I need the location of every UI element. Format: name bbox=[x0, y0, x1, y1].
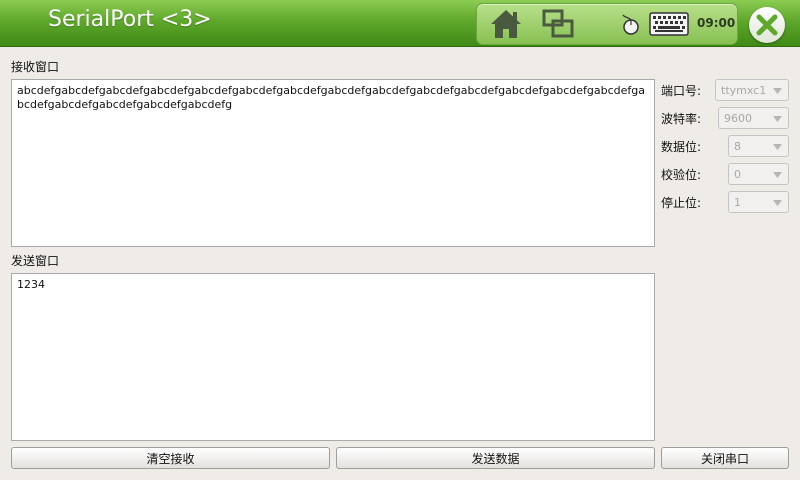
clear-receive-button[interactable]: 清空接收 bbox=[11, 447, 330, 469]
close-port-button[interactable]: 关闭串口 bbox=[661, 447, 789, 469]
stopbits-select[interactable]: 1 bbox=[728, 191, 789, 213]
chevron-down-icon bbox=[773, 172, 782, 178]
baud-value: 9600 bbox=[724, 112, 752, 125]
chevron-down-icon bbox=[773, 88, 782, 94]
close-icon bbox=[756, 14, 778, 36]
send-data-button[interactable]: 发送数据 bbox=[336, 447, 655, 469]
receive-textarea[interactable]: abcdefgabcdefgabcdefgabcdefgabcdefgabcde… bbox=[11, 79, 655, 247]
databits-select[interactable]: 8 bbox=[728, 135, 789, 157]
mouse-icon[interactable] bbox=[619, 13, 641, 35]
chevron-down-icon bbox=[773, 200, 782, 206]
send-window-label: 发送窗口 bbox=[11, 254, 60, 268]
receive-window-label: 接收窗口 bbox=[11, 60, 60, 74]
close-button[interactable] bbox=[749, 7, 785, 43]
databits-value: 8 bbox=[734, 140, 741, 153]
chevron-down-icon bbox=[773, 144, 782, 150]
stopbits-value: 1 bbox=[734, 196, 741, 209]
app-title: SerialPort <3> bbox=[48, 7, 212, 32]
home-icon[interactable] bbox=[489, 8, 523, 40]
port-select[interactable]: ttymxc1 bbox=[715, 79, 789, 101]
port-value: ttymxc1 bbox=[721, 84, 767, 97]
windows-icon[interactable] bbox=[541, 9, 575, 39]
baud-label: 波特率: bbox=[661, 112, 702, 126]
parity-select[interactable]: 0 bbox=[728, 163, 789, 185]
chevron-down-icon bbox=[773, 116, 782, 122]
keyboard-icon[interactable] bbox=[649, 12, 689, 36]
databits-label: 数据位: bbox=[661, 140, 702, 154]
port-label: 端口号: bbox=[661, 84, 702, 98]
clock: 09:00 bbox=[697, 16, 736, 30]
toolbar-panel: 09:00 bbox=[476, 3, 738, 45]
parity-value: 0 bbox=[734, 168, 741, 181]
stopbits-label: 停止位: bbox=[661, 196, 702, 210]
baud-select[interactable]: 9600 bbox=[718, 107, 789, 129]
parity-label: 校验位: bbox=[661, 168, 702, 182]
send-textarea[interactable]: 1234 bbox=[11, 273, 655, 441]
title-bar: SerialPort <3> 09:00 bbox=[0, 0, 800, 47]
